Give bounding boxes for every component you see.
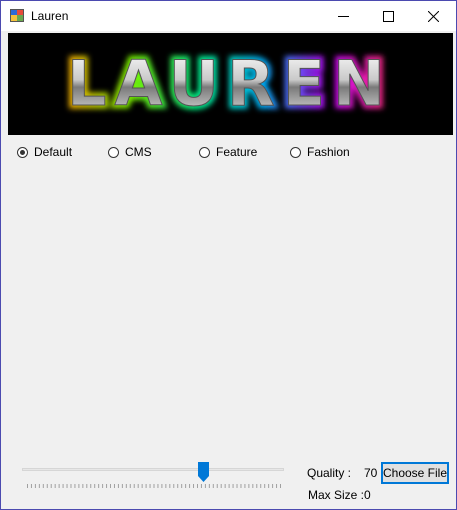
max-size-value: 0 (364, 488, 371, 502)
maximize-button[interactable] (365, 1, 411, 31)
app-window: Lauren LAUREN LAUREN Default CMS Feature… (0, 0, 457, 510)
banner-image: LAUREN LAUREN (8, 33, 453, 135)
radio-label-cms: CMS (125, 145, 152, 159)
app-icon (10, 9, 24, 22)
banner-logo: LAUREN LAUREN (64, 44, 393, 124)
radio-feature[interactable]: Feature (199, 144, 257, 160)
quality-slider-ticks (27, 484, 281, 488)
close-button[interactable] (410, 1, 456, 31)
minimize-icon (337, 15, 349, 17)
radio-cms[interactable]: CMS (108, 144, 152, 160)
radio-default[interactable]: Default (17, 144, 72, 160)
minimize-button[interactable] (320, 1, 366, 31)
radio-dot (20, 149, 25, 155)
radio-circle (199, 146, 210, 158)
radio-circle (290, 146, 301, 158)
radio-label-default: Default (34, 145, 73, 159)
quality-slider-thumb[interactable] (197, 462, 209, 482)
quality-slider-track[interactable] (22, 468, 284, 471)
maximize-icon (382, 10, 394, 22)
radio-circle (17, 146, 28, 158)
choose-file-button[interactable]: Choose File (381, 462, 449, 484)
title-bar[interactable]: Lauren (1, 1, 456, 31)
quality-label: Quality : (307, 466, 352, 480)
banner-text: LAUREN (67, 47, 393, 120)
radio-circle (108, 146, 119, 158)
window-title: Lauren (31, 9, 69, 23)
max-size-label: Max Size : (308, 488, 365, 502)
radio-fashion[interactable]: Fashion (290, 144, 350, 160)
quality-value: 70 (364, 466, 378, 480)
close-icon (427, 10, 439, 22)
radio-label-feature: Feature (216, 145, 258, 159)
radio-label-fashion: Fashion (307, 145, 350, 159)
